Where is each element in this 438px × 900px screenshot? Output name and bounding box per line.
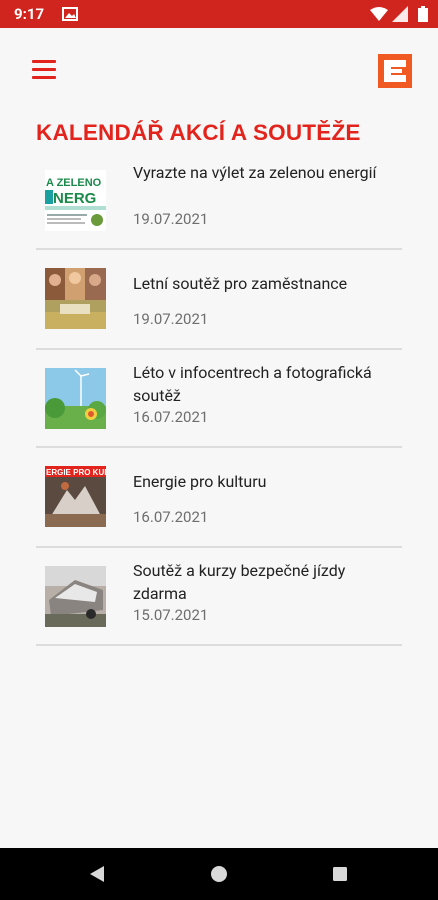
- article-date: 16.07.2021: [133, 508, 209, 526]
- list-item[interactable]: A ZELENO NERG Vyrazte na výlet za zeleno…: [36, 150, 402, 250]
- article-thumbnail: ERGIE PRO KULTUR: [45, 466, 106, 527]
- list-item[interactable]: Soutěž a kurzy bezpečné jízdy zdarma 15.…: [36, 548, 402, 646]
- home-circle-icon[interactable]: [210, 865, 228, 883]
- battery-icon: [418, 6, 428, 22]
- hamburger-menu-icon: [32, 60, 56, 63]
- hamburger-line: [32, 68, 56, 71]
- menu-button[interactable]: [32, 60, 56, 80]
- article-title: Letní soutěž pro zaměstnance: [133, 274, 348, 293]
- article-list: A ZELENO NERG Vyrazte na výlet za zeleno…: [36, 150, 402, 646]
- article-title: Energie pro kulturu: [133, 472, 267, 491]
- status-time: 9:17: [14, 5, 45, 23]
- navigation-bar: [0, 848, 438, 900]
- cez-logo-icon[interactable]: [378, 54, 412, 88]
- list-item[interactable]: Léto v infocentrech a fotografická soutě…: [36, 350, 402, 448]
- page-title: KALENDÁŘ AKCÍ A SOUTĚŽE: [36, 120, 361, 145]
- article-date: 15.07.2021: [133, 606, 209, 624]
- thumbnail-text: A ZELENO: [46, 177, 102, 189]
- recents-square-icon[interactable]: [332, 866, 348, 882]
- article-thumbnail: [45, 368, 106, 429]
- article-date: 16.07.2021: [133, 408, 209, 426]
- article-date: 19.07.2021: [133, 210, 209, 228]
- signal-icon: [392, 6, 408, 22]
- article-thumbnail: [45, 268, 106, 329]
- thumbnail-text: NERG: [53, 190, 96, 207]
- back-triangle-icon[interactable]: [89, 865, 105, 883]
- list-item[interactable]: Letní soutěž pro zaměstnance 19.07.2021: [36, 250, 402, 350]
- gallery-notification-icon: [62, 7, 78, 21]
- list-item[interactable]: ERGIE PRO KULTUR Energie pro kulturu 16.…: [36, 448, 402, 548]
- wifi-icon: [370, 7, 388, 21]
- thumbnail-text: ERGIE PRO KULTUR: [46, 468, 106, 477]
- article-title: Vyrazte na výlet za zelenou energií: [133, 163, 377, 182]
- article-date: 19.07.2021: [133, 310, 209, 328]
- article-thumbnail: A ZELENO NERG: [45, 170, 106, 231]
- status-bar: 9:17: [0, 0, 438, 28]
- article-title: Léto v infocentrech a fotografická soutě…: [133, 363, 372, 405]
- article-title: Soutěž a kurzy bezpečné jízdy zdarma: [133, 561, 346, 603]
- article-thumbnail: [45, 566, 106, 627]
- hamburger-line: [32, 76, 56, 79]
